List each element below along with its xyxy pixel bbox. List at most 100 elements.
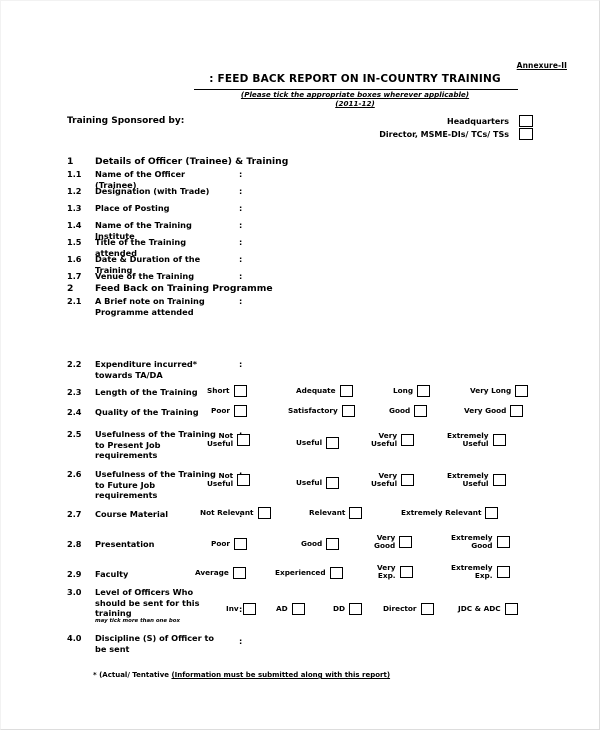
option-checkbox[interactable] bbox=[291, 603, 305, 615]
row-label: Discipline (S) of Officer to be sent bbox=[95, 633, 215, 654]
option-2-4-good[interactable]: Good bbox=[389, 405, 428, 417]
option-2-7-relevant[interactable]: Relevant bbox=[309, 507, 363, 519]
option-checkbox[interactable] bbox=[401, 434, 415, 447]
row-number: 2.7 bbox=[67, 509, 82, 519]
row-number: 2.5 bbox=[67, 429, 82, 439]
option-2-5-useful[interactable]: Useful bbox=[296, 437, 340, 449]
row-label: Level of Officers Who should be sent for… bbox=[95, 587, 200, 618]
option-checkbox[interactable] bbox=[341, 405, 355, 417]
option-2-8-poor[interactable]: Poor bbox=[211, 538, 247, 550]
option-2-9-very-exp[interactable]: Very Exp. bbox=[377, 563, 413, 580]
option-2-5-not-useful[interactable]: Not Useful bbox=[207, 431, 251, 448]
option-label: Poor bbox=[211, 538, 230, 548]
option-checkbox[interactable] bbox=[349, 603, 363, 615]
option-checkbox[interactable] bbox=[329, 567, 343, 579]
row-label: Quality of the Training bbox=[95, 407, 199, 417]
row-number: 2.8 bbox=[67, 539, 82, 549]
option-label: Poor bbox=[211, 405, 230, 415]
option-2-8-extremely-good[interactable]: Extremely Good bbox=[451, 533, 510, 550]
option-2-6-very-useful[interactable]: Very Useful bbox=[371, 471, 415, 488]
option-3-0-jdc-adc[interactable]: JDC & ADC bbox=[458, 603, 518, 615]
option-2-4-very-good[interactable]: Very Good bbox=[464, 405, 524, 417]
option-label: Inv bbox=[226, 603, 239, 613]
option-checkbox[interactable] bbox=[515, 385, 529, 397]
option-3-0-dd[interactable]: DD bbox=[333, 603, 363, 615]
option-checkbox[interactable] bbox=[399, 566, 413, 579]
option-checkbox[interactable] bbox=[420, 603, 434, 615]
row-colon: : bbox=[239, 296, 243, 306]
section-2-title: Feed Back on Training Programme bbox=[95, 283, 273, 294]
option-2-4-poor[interactable]: Poor bbox=[211, 405, 247, 417]
option-2-7-extremely-relevant[interactable]: Extremely Relevant bbox=[401, 507, 499, 519]
row-label: A Brief note on Training Programme atten… bbox=[95, 296, 205, 317]
option-checkbox[interactable] bbox=[339, 385, 353, 397]
option-2-6-extremely-useful[interactable]: Extremely Useful bbox=[447, 471, 506, 489]
option-checkbox[interactable] bbox=[326, 477, 340, 489]
option-checkbox[interactable] bbox=[399, 536, 413, 549]
sponsor-option-director-label: Director, MSME-DIs/ TCs/ TSs bbox=[379, 130, 509, 139]
footnote-emphasis: (Information must be submitted along wit… bbox=[171, 671, 391, 679]
row-number: 1.4 bbox=[67, 220, 82, 230]
option-2-3-short[interactable]: Short bbox=[207, 385, 247, 397]
row-label: Venue of the Training bbox=[95, 271, 195, 281]
option-checkbox[interactable] bbox=[233, 405, 247, 417]
option-label: DD bbox=[333, 603, 346, 613]
option-2-9-extremely-exp[interactable]: Extremely Exp. bbox=[451, 563, 510, 581]
row-colon: : bbox=[239, 636, 243, 646]
option-2-9-average[interactable]: Average bbox=[195, 567, 246, 579]
option-checkbox[interactable] bbox=[414, 405, 428, 417]
option-checkbox[interactable] bbox=[504, 603, 518, 615]
row-number: 1.3 bbox=[67, 203, 82, 213]
sponsor-checkbox-director[interactable] bbox=[519, 128, 533, 140]
option-checkbox[interactable] bbox=[492, 474, 506, 487]
option-2-6-useful[interactable]: Useful bbox=[296, 477, 340, 489]
option-label: Satisfactory bbox=[288, 405, 338, 415]
sponsor-label: Training Sponsored by: bbox=[67, 116, 185, 126]
option-2-9-experienced[interactable]: Experienced bbox=[275, 567, 343, 579]
sponsor-checkbox-headquarters[interactable] bbox=[519, 115, 533, 127]
option-checkbox[interactable] bbox=[237, 434, 251, 447]
option-checkbox[interactable] bbox=[326, 538, 340, 550]
option-2-7-not-relevant[interactable]: Not Relevant bbox=[200, 507, 271, 519]
option-checkbox[interactable] bbox=[417, 385, 431, 397]
option-2-5-extremely-useful[interactable]: Extremely Useful bbox=[447, 431, 506, 448]
option-checkbox[interactable] bbox=[401, 474, 415, 487]
option-label: Director bbox=[383, 603, 417, 613]
option-2-3-very-long[interactable]: Very Long bbox=[470, 385, 529, 397]
option-2-3-adequate[interactable]: Adequate bbox=[296, 385, 353, 397]
option-2-8-very-good[interactable]: Very Good bbox=[374, 533, 413, 550]
option-checkbox[interactable] bbox=[326, 437, 340, 449]
option-label: Adequate bbox=[296, 385, 336, 395]
row-number: 2.4 bbox=[67, 407, 82, 417]
option-checkbox[interactable] bbox=[233, 538, 247, 550]
section-1-title: Details of Officer (Trainee) & Training bbox=[95, 156, 289, 167]
option-checkbox[interactable] bbox=[257, 507, 271, 519]
option-checkbox[interactable] bbox=[349, 507, 363, 519]
option-2-4-satisfactory[interactable]: Satisfactory bbox=[288, 405, 355, 417]
option-checkbox[interactable] bbox=[237, 474, 251, 487]
option-checkbox[interactable] bbox=[496, 536, 510, 549]
option-checkbox[interactable] bbox=[242, 603, 256, 615]
option-3-0-director[interactable]: Director bbox=[383, 603, 434, 615]
option-3-0-inv[interactable]: Inv bbox=[226, 603, 256, 615]
row-subnote: may tick more than one box bbox=[95, 618, 180, 624]
option-label: Short bbox=[207, 385, 230, 395]
row-colon: : bbox=[239, 254, 243, 264]
option-label: Extremely Useful bbox=[447, 471, 489, 489]
option-2-3-long[interactable]: Long bbox=[393, 385, 431, 397]
option-label: Extremely Exp. bbox=[451, 563, 493, 581]
footnote: * (Actual/ Tentative (Information must b… bbox=[93, 671, 390, 679]
option-2-6-not-useful[interactable]: Not Useful bbox=[207, 471, 251, 488]
option-label: Good bbox=[301, 538, 323, 548]
option-3-0-ad[interactable]: AD bbox=[276, 603, 305, 615]
option-checkbox[interactable] bbox=[492, 434, 506, 447]
option-checkbox[interactable] bbox=[232, 567, 246, 579]
option-checkbox[interactable] bbox=[233, 385, 247, 397]
page-subtitle: (Please tick the appropriate boxes where… bbox=[240, 90, 470, 99]
option-checkbox[interactable] bbox=[496, 566, 510, 579]
option-checkbox[interactable] bbox=[485, 507, 499, 519]
option-2-8-good[interactable]: Good bbox=[301, 538, 340, 550]
row-label: Designation (with Trade) bbox=[95, 186, 210, 196]
option-2-5-very-useful[interactable]: Very Useful bbox=[371, 431, 415, 448]
option-checkbox[interactable] bbox=[510, 405, 524, 417]
